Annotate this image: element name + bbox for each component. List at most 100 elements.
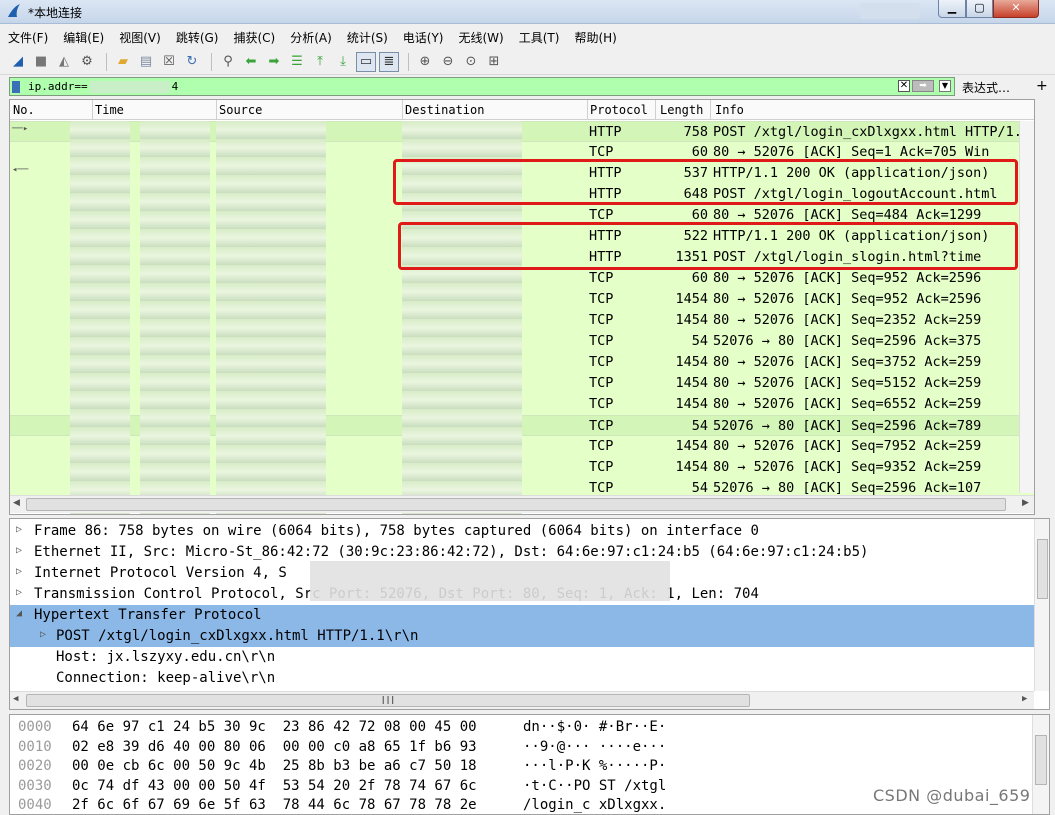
- expand-icon[interactable]: ▷: [40, 629, 46, 640]
- expand-icon[interactable]: ▷: [16, 524, 22, 535]
- collapse-icon[interactable]: ◢: [16, 608, 22, 619]
- scroll-left-icon[interactable]: ◀: [13, 498, 20, 508]
- packet-list-vscroll[interactable]: [1019, 121, 1034, 493]
- packet-list-hscroll[interactable]: ◀ ▶: [10, 495, 1034, 513]
- column-destination[interactable]: Destination: [405, 103, 484, 117]
- redacted-ip-details: [310, 561, 670, 601]
- redacted-ip: [89, 81, 170, 93]
- menu-help[interactable]: 帮助(H): [574, 29, 616, 46]
- title-bar: *本地连接 ▁ ▢ ✕: [0, 0, 1055, 24]
- menu-edit[interactable]: 编辑(E): [63, 29, 104, 46]
- title-bar-ghost: [860, 3, 920, 19]
- apply-filter-arrow-icon[interactable]: ➡: [912, 80, 934, 92]
- display-filter-bar: ip.addr== 4 ✕ ➡ ▼ 表达式… +: [0, 76, 1055, 98]
- forward-arrow-icon[interactable]: ➡: [264, 52, 284, 72]
- column-divider: [92, 100, 93, 120]
- wireshark-fin-icon: [8, 4, 20, 17]
- menu-bar: 文件(F) 编辑(E) 视图(V) 跳转(G) 捕获(C) 分析(A) 统计(S…: [0, 25, 1055, 49]
- toolbar-separator: [408, 52, 409, 71]
- bytes-row[interactable]: 0000 64 6e 97 c1 24 b5 30 9c 23 86 42 72…: [10, 717, 1030, 737]
- column-length[interactable]: Length: [660, 103, 703, 117]
- last-packet-icon[interactable]: ⤓: [333, 52, 353, 72]
- options-gear-icon[interactable]: ⚙: [77, 52, 97, 72]
- close-button[interactable]: ✕: [993, 0, 1039, 18]
- detail-row-http[interactable]: ◢ Hypertext Transfer Protocol: [10, 605, 1034, 626]
- restart-icon[interactable]: ◭: [54, 52, 74, 72]
- detail-row-host[interactable]: Host: jx.lszyxy.edu.cn\r\n: [10, 647, 1034, 668]
- add-filter-button[interactable]: +: [1036, 78, 1048, 94]
- minimize-button[interactable]: ▁: [938, 0, 966, 18]
- filter-text-suffix: 4: [171, 80, 179, 93]
- bookmark-icon[interactable]: [12, 81, 20, 93]
- expand-icon[interactable]: ▷: [16, 566, 22, 577]
- scroll-left-icon[interactable]: ◀: [13, 694, 18, 704]
- menu-telephony[interactable]: 电话(Y): [403, 29, 444, 46]
- autoscroll-icon[interactable]: ▭: [356, 51, 376, 72]
- reload-icon[interactable]: ↻: [182, 52, 202, 72]
- expand-icon[interactable]: ▷: [16, 587, 22, 598]
- column-divider: [655, 100, 656, 120]
- annotation-box-2: [398, 222, 1018, 270]
- details-vscroll[interactable]: [1034, 519, 1049, 691]
- vscroll-thumb[interactable]: [1035, 735, 1047, 785]
- redacted-no-column: [70, 121, 130, 514]
- menu-capture[interactable]: 捕获(C): [233, 29, 275, 46]
- filter-text-prefix: ip.addr==: [28, 80, 88, 93]
- menu-tools[interactable]: 工具(T): [519, 29, 560, 46]
- column-divider: [587, 100, 588, 120]
- detail-row-ethernet[interactable]: ▷ Ethernet II, Src: Micro-St_86:42:72 (3…: [10, 542, 1034, 563]
- column-divider: [216, 100, 217, 120]
- close-file-icon[interactable]: ☒: [159, 52, 179, 72]
- packet-rows: ──▸ HTTP 758 POST /xtgl/login_cxDlxgxx.h…: [10, 121, 1034, 514]
- detail-row-request-line[interactable]: ▷ POST /xtgl/login_cxDlxgxx.html HTTP/1.…: [10, 626, 1034, 647]
- menu-file[interactable]: 文件(F): [8, 29, 48, 46]
- resize-columns-icon[interactable]: ⊞: [484, 52, 504, 72]
- zoom-normal-icon[interactable]: ⊙: [461, 52, 481, 72]
- save-file-icon[interactable]: ▤: [136, 52, 156, 72]
- menu-wireless[interactable]: 无线(W): [459, 29, 504, 46]
- bytes-vscroll[interactable]: [1032, 715, 1049, 814]
- first-packet-icon[interactable]: ⤒: [310, 52, 330, 72]
- find-icon[interactable]: ⚲: [218, 52, 238, 72]
- menu-view[interactable]: 视图(V): [119, 29, 161, 46]
- redacted-time-column: [140, 121, 210, 514]
- menu-go[interactable]: 跳转(G): [176, 29, 219, 46]
- menu-statistics[interactable]: 统计(S): [347, 29, 388, 46]
- column-protocol[interactable]: Protocol: [590, 103, 648, 117]
- back-arrow-icon[interactable]: ⬅: [241, 52, 261, 72]
- redacted-source-column: [216, 121, 326, 514]
- clear-filter-icon[interactable]: ✕: [898, 80, 910, 92]
- packet-list: No. Time Source Destination Protocol Len…: [9, 99, 1035, 515]
- related-arrow-icon: ◂──: [12, 165, 29, 175]
- shark-fin-start-icon[interactable]: ◢: [8, 52, 28, 72]
- hscroll-thumb[interactable]: [26, 498, 1006, 511]
- vscroll-thumb[interactable]: [1037, 539, 1048, 599]
- detail-row-frame[interactable]: ▷ Frame 86: 758 bytes on wire (6064 bits…: [10, 521, 1034, 542]
- stop-icon[interactable]: ■: [31, 52, 51, 72]
- column-info[interactable]: Info: [715, 103, 744, 117]
- column-divider: [402, 100, 403, 120]
- column-time[interactable]: Time: [95, 103, 124, 117]
- scroll-right-icon[interactable]: ▶: [1022, 694, 1027, 704]
- column-no[interactable]: No.: [13, 103, 35, 117]
- bytes-row[interactable]: 0010 02 e8 39 d6 40 00 80 06 00 00 c0 a8…: [10, 737, 1030, 757]
- hscroll-thumb[interactable]: |||: [26, 694, 750, 707]
- zoom-in-icon[interactable]: ⊕: [415, 52, 435, 72]
- goto-packet-icon[interactable]: ☰: [287, 52, 307, 72]
- packet-details: ▷ Frame 86: 758 bytes on wire (6064 bits…: [9, 518, 1050, 710]
- colorize-icon[interactable]: ≣: [379, 51, 399, 72]
- toolbar-separator: [106, 52, 107, 71]
- scroll-right-icon[interactable]: ▶: [1022, 498, 1029, 508]
- menu-analyze[interactable]: 分析(A): [290, 29, 332, 46]
- filter-history-dropdown-icon[interactable]: ▼: [939, 80, 951, 92]
- display-filter-input[interactable]: ip.addr== 4: [9, 77, 955, 96]
- details-hscroll[interactable]: ◀ ||| ▶: [10, 691, 1034, 709]
- detail-row-connection[interactable]: Connection: keep-alive\r\n: [10, 668, 1034, 689]
- bytes-row[interactable]: 0020 00 0e cb 6c 00 50 9c 4b 25 8b b3 be…: [10, 756, 1030, 776]
- maximize-button[interactable]: ▢: [966, 0, 993, 18]
- zoom-out-icon[interactable]: ⊖: [438, 52, 458, 72]
- column-source[interactable]: Source: [219, 103, 262, 117]
- open-folder-icon[interactable]: ▰: [113, 52, 133, 72]
- expression-button[interactable]: 表达式…: [962, 79, 1010, 96]
- expand-icon[interactable]: ▷: [16, 545, 22, 556]
